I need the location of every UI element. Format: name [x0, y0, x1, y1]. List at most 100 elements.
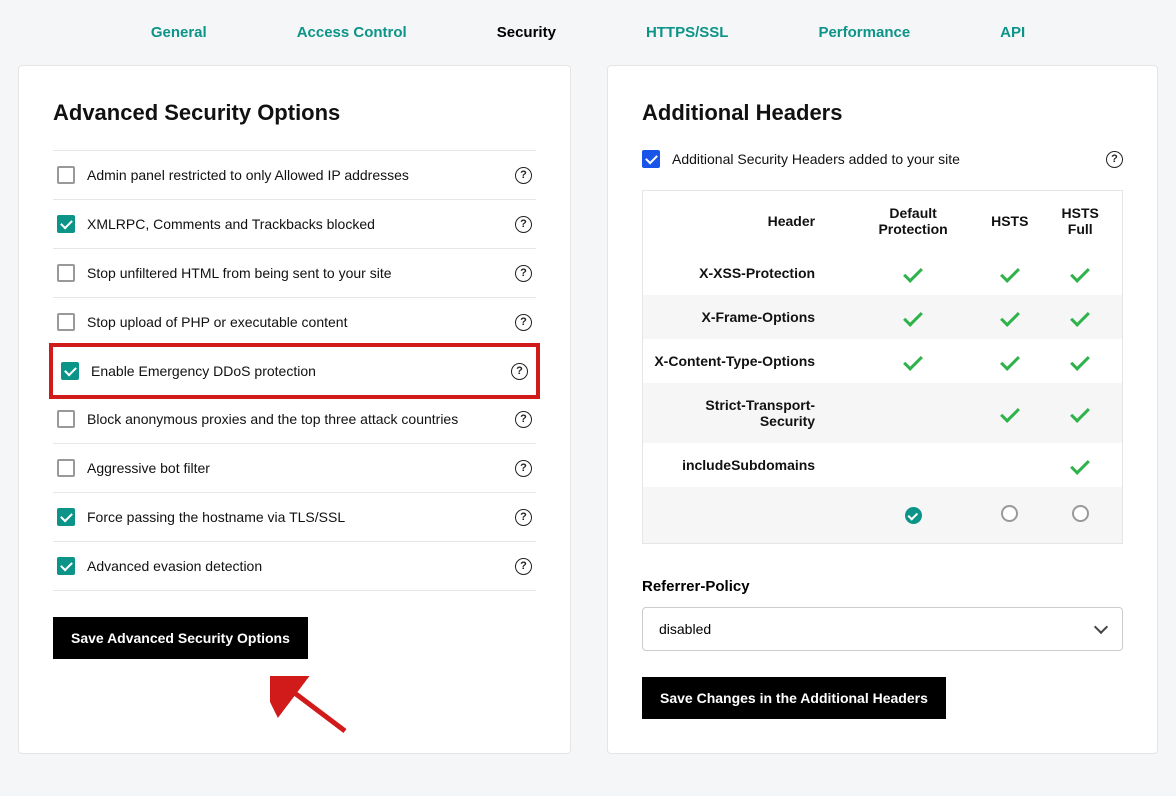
option-checkbox[interactable]: [57, 264, 75, 282]
referrer-policy-select[interactable]: disabled: [642, 607, 1123, 651]
help-icon[interactable]: ?: [515, 460, 532, 477]
check-icon: [1000, 263, 1020, 283]
option-label: Aggressive bot filter: [87, 460, 503, 476]
check-icon: [1070, 403, 1090, 423]
header-cell: [845, 295, 981, 339]
header-name: includeSubdomains: [643, 443, 846, 487]
header-column: HSTS: [981, 191, 1038, 252]
header-cell: [1038, 339, 1122, 383]
option-label: Admin panel restricted to only Allowed I…: [87, 167, 503, 183]
header-name: X-XSS-Protection: [643, 251, 846, 295]
option-checkbox[interactable]: [57, 166, 75, 184]
check-icon: [903, 263, 923, 283]
help-icon[interactable]: ?: [515, 167, 532, 184]
help-icon[interactable]: ?: [515, 411, 532, 428]
header-column: Default Protection: [845, 191, 981, 252]
help-icon[interactable]: ?: [511, 363, 528, 380]
check-icon: [1000, 307, 1020, 327]
header-radio[interactable]: [1072, 505, 1089, 522]
additional-headers-panel: Additional Headers Additional Security H…: [607, 65, 1158, 754]
header-cell: [981, 295, 1038, 339]
option-checkbox[interactable]: [57, 557, 75, 575]
header-row: Strict-Transport-Security: [643, 383, 1123, 443]
help-icon[interactable]: ?: [515, 216, 532, 233]
header-cell: [981, 383, 1038, 443]
header-cell: [845, 383, 981, 443]
option-label: Block anonymous proxies and the top thre…: [87, 411, 503, 427]
help-icon[interactable]: ?: [1106, 151, 1123, 168]
tab-general[interactable]: General: [151, 24, 207, 41]
option-row: Stop upload of PHP or executable content…: [53, 298, 536, 347]
option-checkbox[interactable]: [57, 410, 75, 428]
option-checkbox[interactable]: [57, 313, 75, 331]
header-radio[interactable]: [905, 507, 922, 524]
tab-security[interactable]: Security: [497, 24, 556, 41]
help-icon[interactable]: ?: [515, 265, 532, 282]
header-name: X-Frame-Options: [643, 295, 846, 339]
option-label: Stop unfiltered HTML from being sent to …: [87, 265, 503, 281]
option-checkbox[interactable]: [57, 215, 75, 233]
tab-api[interactable]: API: [1000, 24, 1025, 41]
header-name: X-Content-Type-Options: [643, 339, 846, 383]
header-select-row: [643, 487, 1123, 544]
header-row: includeSubdomains: [643, 443, 1123, 487]
advanced-security-panel: Advanced Security Options Admin panel re…: [18, 65, 571, 754]
option-label: Force passing the hostname via TLS/SSL: [87, 509, 503, 525]
header-cell: [1038, 383, 1122, 443]
option-checkbox[interactable]: [57, 508, 75, 526]
referrer-policy-value: disabled: [659, 621, 711, 637]
tab-access-control[interactable]: Access Control: [297, 24, 407, 41]
header-row: X-Content-Type-Options: [643, 339, 1123, 383]
option-row: Enable Emergency DDoS protection?: [49, 343, 540, 399]
tabs-bar: General Access Control Security HTTPS/SSL Pe…: [0, 0, 1176, 65]
header-name: Strict-Transport-Security: [643, 383, 846, 443]
headers-title: Additional Headers: [642, 100, 1123, 126]
check-icon: [1070, 307, 1090, 327]
check-icon: [903, 351, 923, 371]
option-row: Stop unfiltered HTML from being sent to …: [53, 249, 536, 298]
headers-enabled-checkbox[interactable]: [642, 150, 660, 168]
check-icon: [1070, 263, 1090, 283]
check-icon: [1070, 455, 1090, 475]
option-row: Advanced evasion detection?: [53, 542, 536, 591]
tab-performance[interactable]: Performance: [818, 24, 910, 41]
header-cell: [845, 443, 981, 487]
header-cell: [845, 251, 981, 295]
option-row: Admin panel restricted to only Allowed I…: [53, 151, 536, 200]
header-column: HSTS Full: [1038, 191, 1122, 252]
option-label: Enable Emergency DDoS protection: [91, 363, 499, 379]
option-label: Advanced evasion detection: [87, 558, 503, 574]
header-row: X-Frame-Options: [643, 295, 1123, 339]
header-row: X-XSS-Protection: [643, 251, 1123, 295]
header-column: Header: [643, 191, 846, 252]
option-row: Force passing the hostname via TLS/SSL?: [53, 493, 536, 542]
help-icon[interactable]: ?: [515, 314, 532, 331]
option-label: XMLRPC, Comments and Trackbacks blocked: [87, 216, 503, 232]
option-row: XMLRPC, Comments and Trackbacks blocked?: [53, 200, 536, 249]
option-row: Block anonymous proxies and the top thre…: [53, 395, 536, 444]
save-headers-button[interactable]: Save Changes in the Additional Headers: [642, 677, 946, 719]
header-cell: [981, 251, 1038, 295]
tab-https-ssl[interactable]: HTTPS/SSL: [646, 24, 729, 41]
check-icon: [903, 307, 923, 327]
help-icon[interactable]: ?: [515, 509, 532, 526]
header-cell: [1038, 443, 1122, 487]
option-checkbox[interactable]: [57, 459, 75, 477]
referrer-policy-label: Referrer-Policy: [642, 578, 1123, 595]
advanced-options-list: Admin panel restricted to only Allowed I…: [53, 150, 536, 591]
check-icon: [1070, 351, 1090, 371]
header-cell: [1038, 295, 1122, 339]
headers-table: HeaderDefault ProtectionHSTSHSTS Full X-…: [642, 190, 1123, 544]
headers-enabled-label: Additional Security Headers added to you…: [672, 151, 1094, 167]
help-icon[interactable]: ?: [515, 558, 532, 575]
check-icon: [1000, 351, 1020, 371]
save-advanced-button[interactable]: Save Advanced Security Options: [53, 617, 308, 659]
header-cell: [1038, 251, 1122, 295]
header-radio[interactable]: [1001, 505, 1018, 522]
option-checkbox[interactable]: [61, 362, 79, 380]
advanced-title: Advanced Security Options: [53, 100, 536, 126]
header-cell: [981, 443, 1038, 487]
check-icon: [1000, 403, 1020, 423]
chevron-down-icon: [1094, 620, 1108, 634]
header-cell: [981, 339, 1038, 383]
